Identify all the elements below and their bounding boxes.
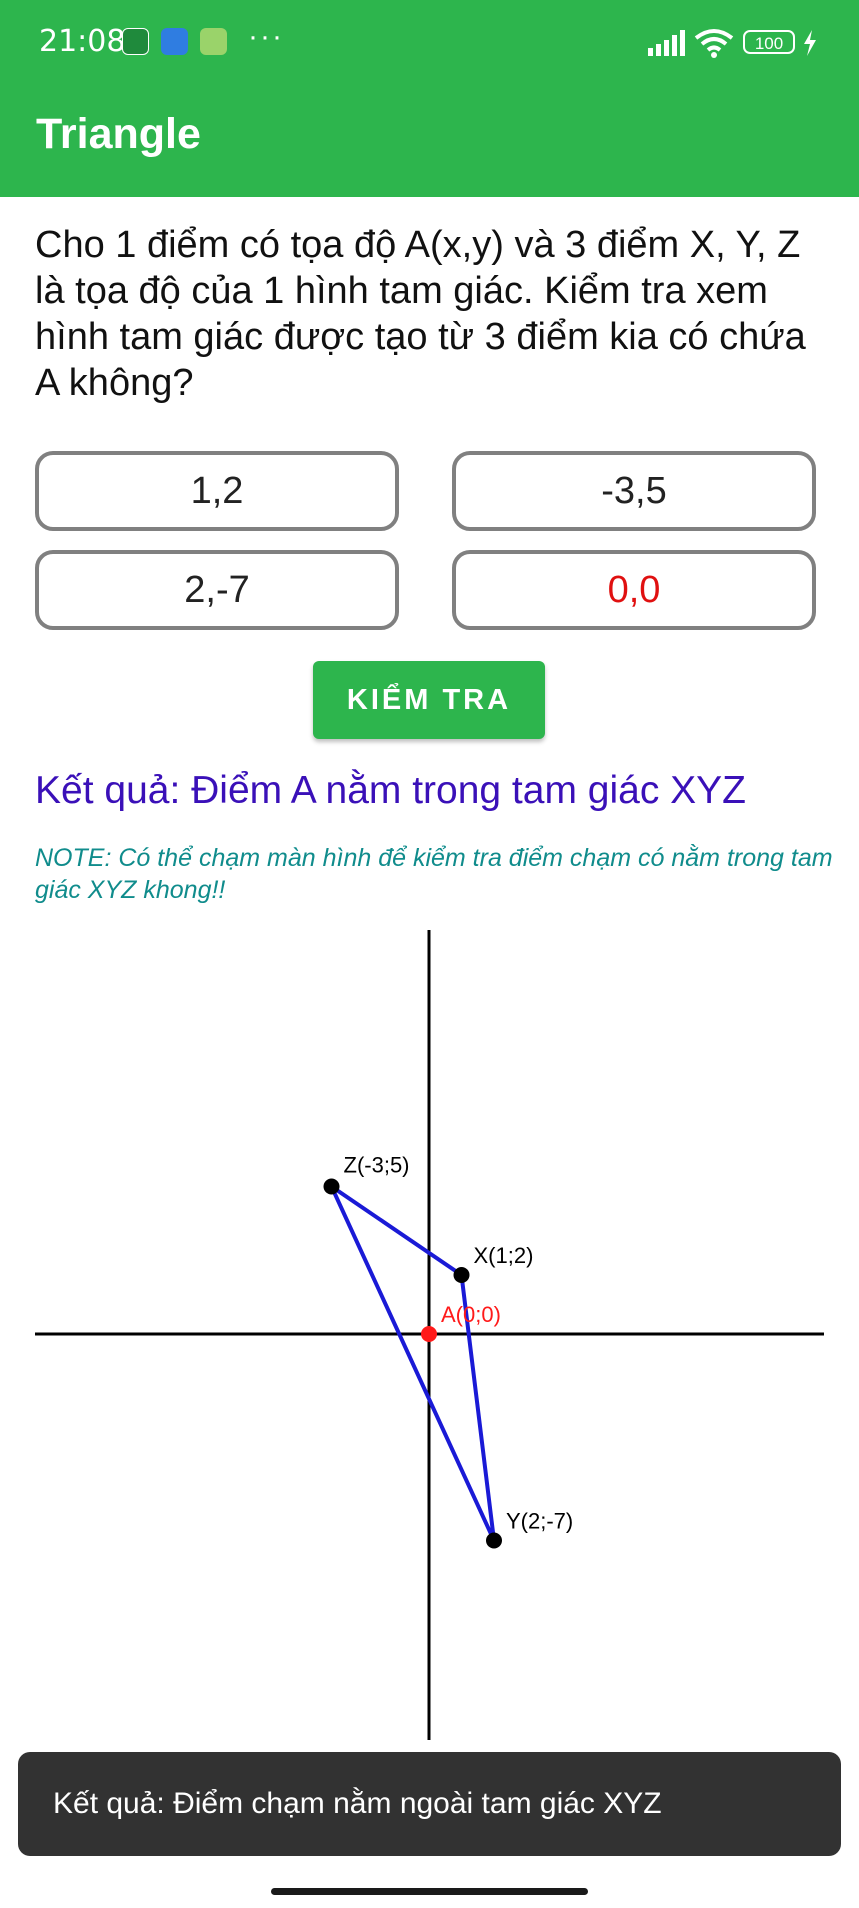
result-text: Kết quả: Điểm A nằm trong tam giác XYZ (35, 769, 747, 812)
point-z-label: Z(-3;5) (344, 1153, 410, 1178)
note-text: NOTE: Có thể chạm màn hình để kiểm tra đ… (35, 844, 833, 904)
point-z (323, 1178, 340, 1195)
point-x (453, 1267, 470, 1283)
app-bar: 21:08 ··· 100 Triangle (0, 0, 859, 197)
home-indicator[interactable] (271, 1888, 588, 1895)
point-a (421, 1326, 437, 1342)
toast-message: Kết quả: Điểm chạm nằm ngoài tam giác XY… (18, 1752, 841, 1856)
point-a-label: A(0;0) (441, 1302, 501, 1327)
point-y (486, 1532, 502, 1549)
question-text: Cho 1 điểm có tọa độ A(x,y) và 3 điểm X,… (35, 224, 806, 404)
check-button[interactable]: KIỂM TRA (313, 661, 545, 739)
point-x-input[interactable]: 1,2 (35, 451, 399, 531)
coordinate-graph[interactable]: X(1;2) Y(2;-7) Z(-3;5) A(0;0) (0, 920, 859, 1740)
signal-icon (648, 30, 685, 56)
more-notifications-icon: ··· (248, 20, 284, 53)
message-notification-icon (161, 28, 188, 55)
point-z-input[interactable]: -3,5 (452, 451, 816, 531)
battery-icon: 100 (743, 30, 795, 54)
point-y-input[interactable]: 2,-7 (35, 550, 399, 630)
point-a-input[interactable]: 0,0 (452, 550, 816, 630)
page-title: Triangle (36, 110, 201, 158)
point-x-label: X(1;2) (474, 1243, 534, 1268)
app-notification-icon (122, 28, 149, 55)
triangle-xyz (326, 1180, 496, 1542)
android-notification-icon (200, 28, 227, 55)
wifi-icon (694, 29, 734, 58)
status-time: 21:08 (39, 24, 126, 59)
point-y-label: Y(2;-7) (506, 1509, 573, 1534)
charging-icon (804, 30, 816, 56)
